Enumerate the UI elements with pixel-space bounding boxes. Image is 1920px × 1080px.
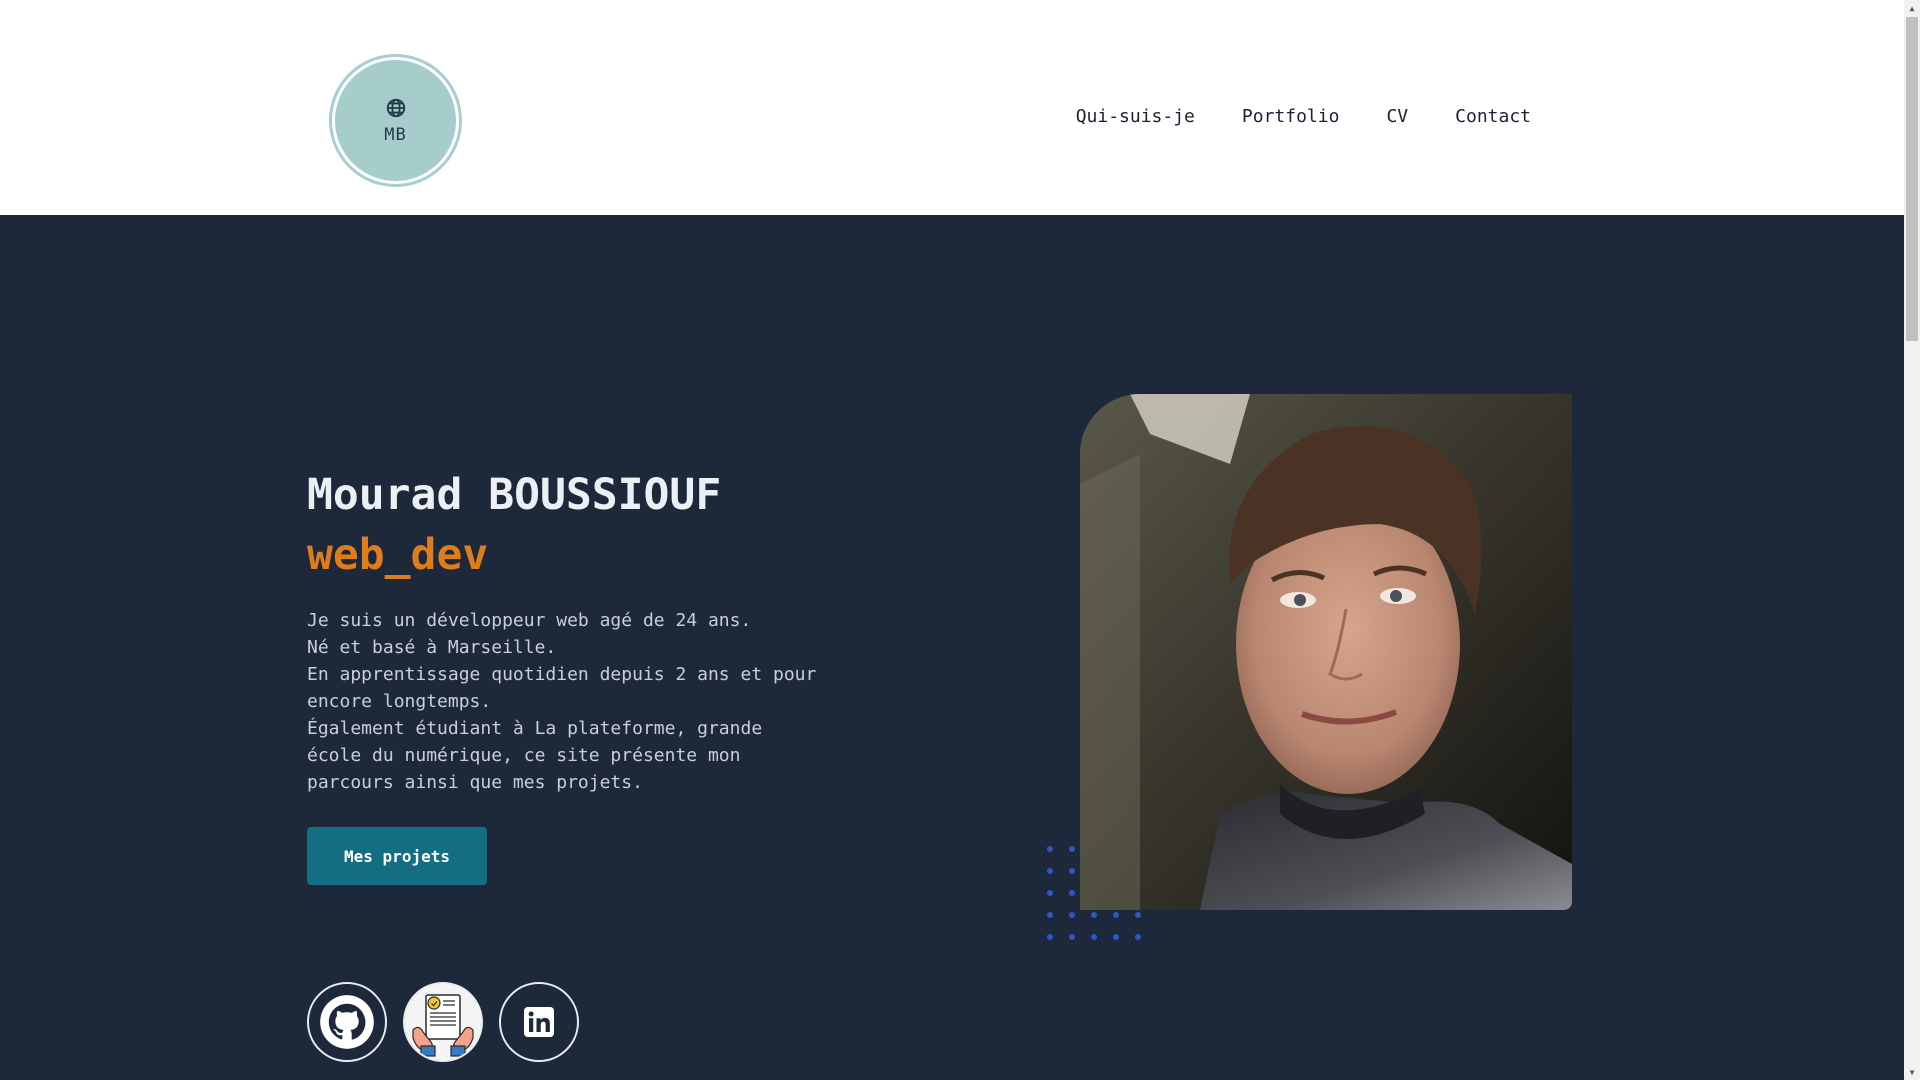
description-line: encore longtemps. — [307, 691, 492, 712]
scroll-down-arrow-icon[interactable]: ▼ — [1904, 1064, 1920, 1080]
linkedin-link[interactable] — [499, 982, 579, 1062]
hero-role: web_dev — [307, 530, 489, 580]
nav-link-contact[interactable]: Contact — [1455, 106, 1531, 127]
cv-link[interactable] — [403, 982, 483, 1062]
site-header: MB Qui-suis-je Portfolio CV Contact — [0, 0, 1904, 215]
globe-icon — [386, 98, 405, 117]
main-nav: Qui-suis-je Portfolio CV Contact — [1076, 106, 1531, 127]
portrait-illustration — [1080, 394, 1572, 910]
logo-text: MB — [384, 124, 407, 145]
scroll-up-arrow-icon[interactable]: ▲ — [1904, 0, 1920, 16]
logo-badge: MB — [335, 60, 456, 181]
site-logo[interactable]: MB — [329, 54, 462, 187]
projects-button[interactable]: Mes projets — [307, 827, 487, 885]
description-line: Né et basé à Marseille. — [307, 637, 557, 658]
description-line: Je suis un développeur web agé de 24 ans… — [307, 610, 752, 631]
github-icon — [320, 995, 374, 1049]
linkedin-icon — [524, 1007, 554, 1037]
vertical-scrollbar[interactable]: ▲ ▼ — [1904, 0, 1920, 1080]
nav-link-cv[interactable]: CV — [1386, 106, 1408, 127]
cv-document-icon — [412, 994, 474, 1057]
hero-description: Je suis un développeur web agé de 24 ans… — [307, 607, 847, 796]
nav-link-qui-suis-je[interactable]: Qui-suis-je — [1076, 106, 1195, 127]
nav-link-portfolio[interactable]: Portfolio — [1242, 106, 1340, 127]
profile-photo — [1080, 394, 1572, 910]
hero-name: Mourad BOUSSIOUF — [307, 470, 722, 520]
description-line: Également étudiant à La plateforme, gran… — [307, 718, 763, 739]
github-link[interactable] — [307, 982, 387, 1062]
social-links — [307, 982, 579, 1062]
description-line: parcours ainsi que mes projets. — [307, 772, 643, 793]
page: MB Qui-suis-je Portfolio CV Contact Mour… — [0, 0, 1920, 1080]
description-line: En apprentissage quotidien depuis 2 ans … — [307, 664, 817, 685]
description-line: école du numérique, ce site présente mon — [307, 745, 741, 766]
scrollbar-thumb[interactable] — [1906, 17, 1918, 341]
